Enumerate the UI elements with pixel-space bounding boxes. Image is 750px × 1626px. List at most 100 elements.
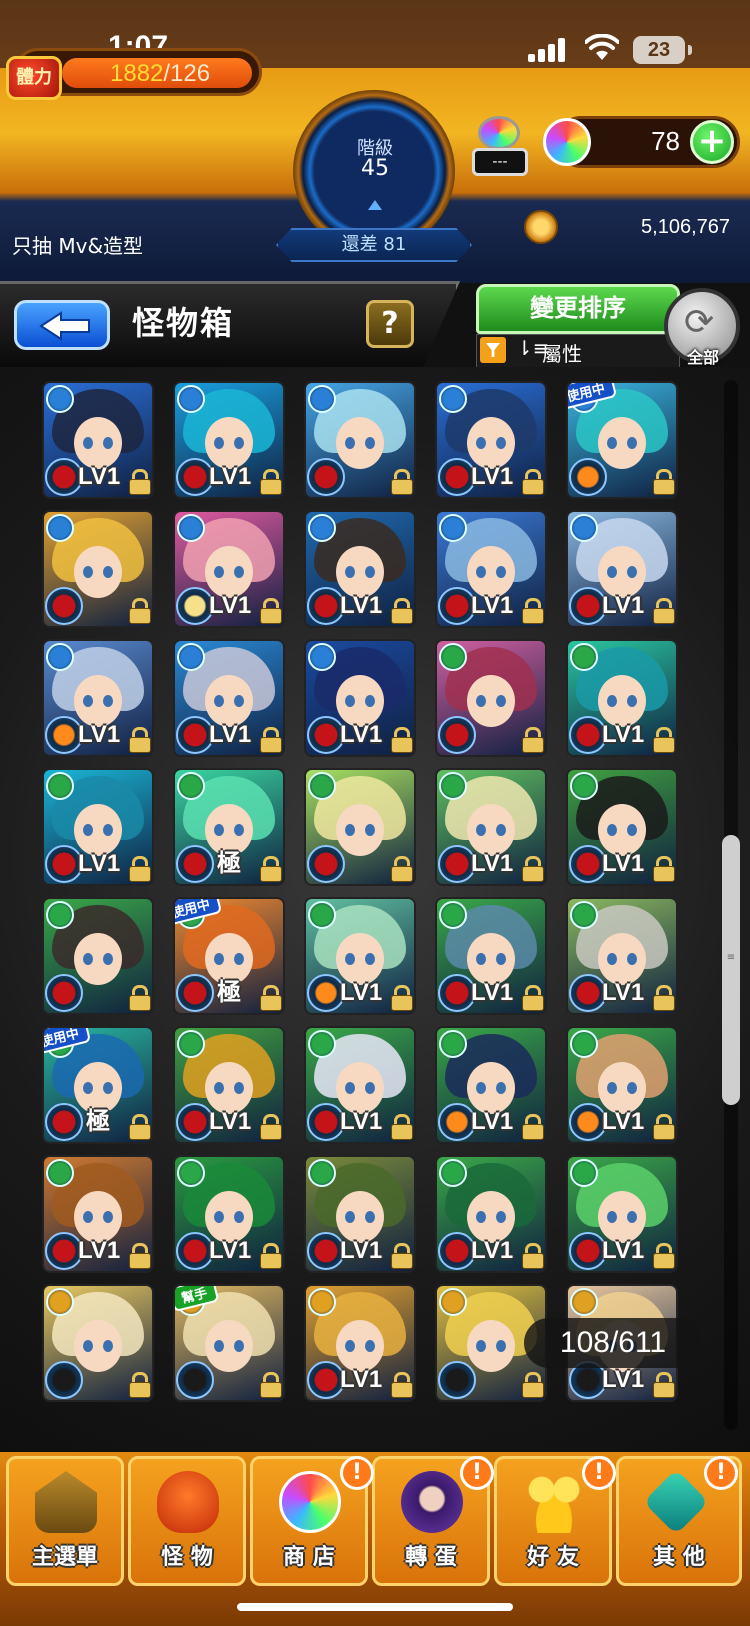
monster-face xyxy=(336,804,384,856)
lock-icon[interactable] xyxy=(521,598,544,624)
attribute-icon xyxy=(439,514,467,542)
lock-icon[interactable] xyxy=(390,727,413,753)
gacha-notification-badge: ! xyxy=(460,1456,494,1490)
monster-card[interactable]: LV1 xyxy=(304,1155,416,1273)
lock-icon[interactable] xyxy=(521,1243,544,1269)
monster-card[interactable]: LV1 xyxy=(435,1026,547,1144)
monster-card[interactable]: 極使用中 xyxy=(173,897,285,1015)
home-indicator[interactable] xyxy=(237,1603,513,1611)
monster-face xyxy=(467,1062,515,1114)
monster-card[interactable]: 極使用中 xyxy=(42,1026,154,1144)
monster-card[interactable] xyxy=(42,897,154,1015)
monster-face xyxy=(598,675,646,727)
lock-icon[interactable] xyxy=(390,985,413,1011)
stamina-item-value[interactable]: --- xyxy=(472,148,528,176)
lock-icon[interactable] xyxy=(390,1372,413,1398)
monster-card[interactable]: 使用中 xyxy=(566,381,678,499)
monster-card[interactable]: 極 xyxy=(173,768,285,886)
monster-level: LV1 xyxy=(471,1108,514,1135)
lock-icon[interactable] xyxy=(652,1243,675,1269)
monster-card[interactable]: 幫手 xyxy=(173,1284,285,1402)
lock-icon[interactable] xyxy=(259,985,282,1011)
lock-icon[interactable] xyxy=(652,856,675,882)
lock-icon[interactable] xyxy=(390,469,413,495)
lock-icon[interactable] xyxy=(390,1114,413,1140)
lock-icon[interactable] xyxy=(652,727,675,753)
monster-card[interactable]: LV1 xyxy=(566,768,678,886)
monster-card[interactable]: LV1 xyxy=(304,1026,416,1144)
monster-card[interactable]: LV1 xyxy=(304,639,416,757)
lock-icon[interactable] xyxy=(521,727,544,753)
change-sort-button[interactable]: 變更排序 xyxy=(476,284,680,334)
monster-card[interactable] xyxy=(304,381,416,499)
monster-card[interactable]: LV1 xyxy=(566,510,678,628)
monster-card[interactable]: LV1 xyxy=(42,1155,154,1273)
lock-icon[interactable] xyxy=(652,1114,675,1140)
lock-icon[interactable] xyxy=(128,598,151,624)
monster-card[interactable]: LV1 xyxy=(304,510,416,628)
lock-icon[interactable] xyxy=(128,727,151,753)
nav-monsters[interactable]: 怪 物 xyxy=(128,1456,246,1586)
lock-icon[interactable] xyxy=(390,598,413,624)
lock-icon[interactable] xyxy=(390,856,413,882)
monster-card[interactable] xyxy=(42,1284,154,1402)
fruit-icon xyxy=(569,458,607,496)
lock-icon[interactable] xyxy=(390,1243,413,1269)
castle-icon xyxy=(35,1471,97,1533)
monster-card[interactable]: LV1 xyxy=(435,510,547,628)
monster-card[interactable]: LV1 xyxy=(304,897,416,1015)
lock-icon[interactable] xyxy=(652,1372,675,1398)
monster-level: LV1 xyxy=(471,1237,514,1264)
friends-icon xyxy=(523,1471,585,1533)
lock-icon[interactable] xyxy=(259,727,282,753)
monster-card[interactable] xyxy=(42,510,154,628)
lock-icon[interactable] xyxy=(128,1372,151,1398)
monster-card[interactable]: LV1 xyxy=(42,768,154,886)
monster-card[interactable]: LV1 xyxy=(173,1155,285,1273)
help-button[interactable]: ? xyxy=(366,300,414,348)
scrollbar-thumb[interactable] xyxy=(722,835,740,1105)
lock-icon[interactable] xyxy=(521,1372,544,1398)
monster-card[interactable]: LV1 xyxy=(304,1284,416,1402)
lock-icon[interactable] xyxy=(259,1372,282,1398)
monster-card[interactable]: LV1 xyxy=(173,639,285,757)
monster-card[interactable]: LV1 xyxy=(42,381,154,499)
lock-icon[interactable] xyxy=(652,598,675,624)
monster-card[interactable]: LV1 xyxy=(173,510,285,628)
lock-icon[interactable] xyxy=(521,469,544,495)
lock-icon[interactable] xyxy=(128,1114,151,1140)
buy-gems-button[interactable]: + xyxy=(690,120,734,164)
monster-card[interactable]: LV1 xyxy=(435,897,547,1015)
lock-icon[interactable] xyxy=(259,856,282,882)
lock-icon[interactable] xyxy=(259,1243,282,1269)
monster-card[interactable]: LV1 xyxy=(566,639,678,757)
monster-card[interactable]: LV1 xyxy=(42,639,154,757)
lock-icon[interactable] xyxy=(259,469,282,495)
lock-icon[interactable] xyxy=(128,856,151,882)
lock-icon[interactable] xyxy=(652,469,675,495)
lock-icon[interactable] xyxy=(128,1243,151,1269)
lock-icon[interactable] xyxy=(259,598,282,624)
monster-card[interactable]: LV1 xyxy=(566,1026,678,1144)
monster-card[interactable]: LV1 xyxy=(173,1026,285,1144)
lock-icon[interactable] xyxy=(128,985,151,1011)
lock-icon[interactable] xyxy=(259,1114,282,1140)
monster-card[interactable]: LV1 xyxy=(566,897,678,1015)
monster-level: LV1 xyxy=(340,1366,383,1393)
nav-main-menu[interactable]: 主選單 xyxy=(6,1456,124,1586)
monster-card[interactable] xyxy=(304,768,416,886)
lock-icon[interactable] xyxy=(521,985,544,1011)
monster-card[interactable]: LV1 xyxy=(435,381,547,499)
lock-icon[interactable] xyxy=(652,985,675,1011)
back-button[interactable] xyxy=(14,300,110,350)
filter-icon[interactable] xyxy=(480,337,506,363)
lock-icon[interactable] xyxy=(521,1114,544,1140)
monster-card[interactable]: LV1 xyxy=(566,1155,678,1273)
monster-card[interactable]: LV1 xyxy=(173,381,285,499)
monster-card[interactable]: LV1 xyxy=(435,768,547,886)
lock-icon[interactable] xyxy=(128,469,151,495)
friends-notification-badge: ! xyxy=(582,1456,616,1490)
monster-card[interactable]: LV1 xyxy=(435,1155,547,1273)
monster-card[interactable] xyxy=(435,639,547,757)
lock-icon[interactable] xyxy=(521,856,544,882)
